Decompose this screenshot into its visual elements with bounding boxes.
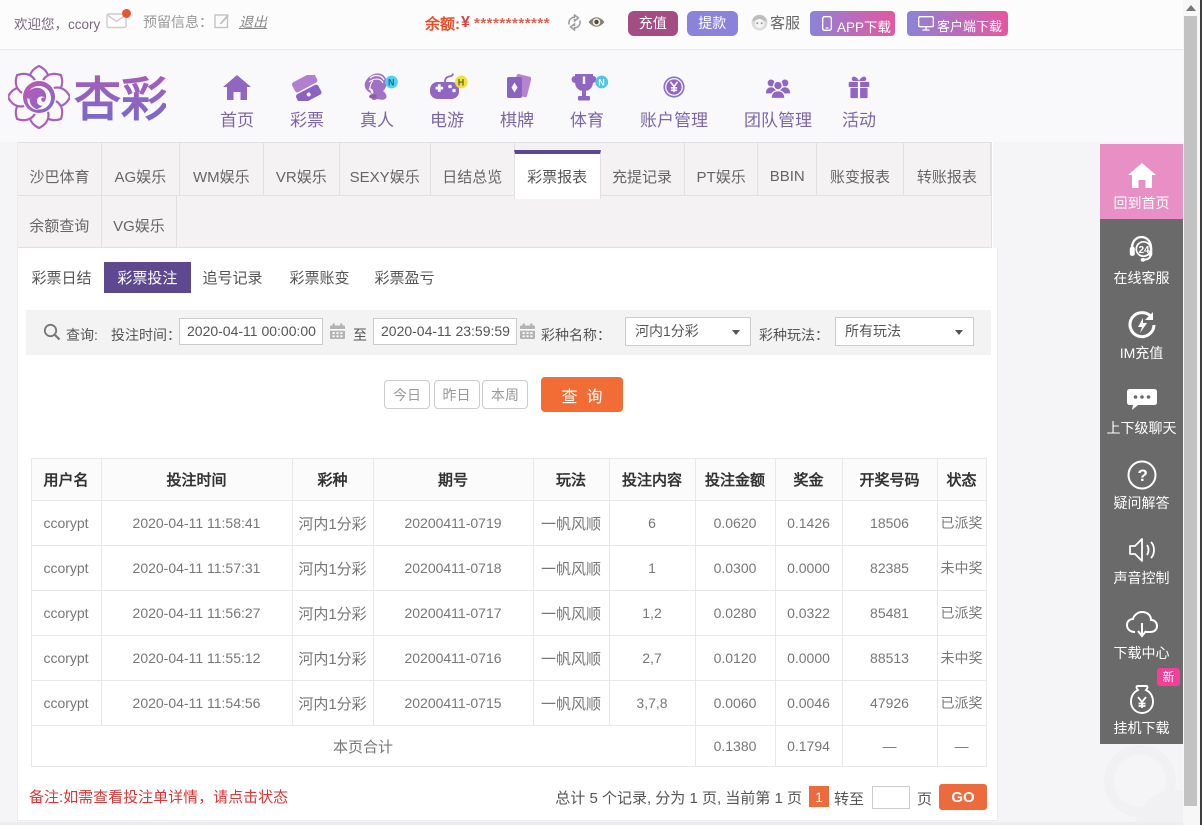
svg-text:N: N xyxy=(598,78,605,88)
svg-text:24: 24 xyxy=(1138,245,1149,256)
svg-text:?: ? xyxy=(1137,466,1147,485)
svg-text:N: N xyxy=(388,78,395,88)
svg-text:杏彩: 杏彩 xyxy=(74,73,166,126)
svg-text:H: H xyxy=(458,78,465,88)
